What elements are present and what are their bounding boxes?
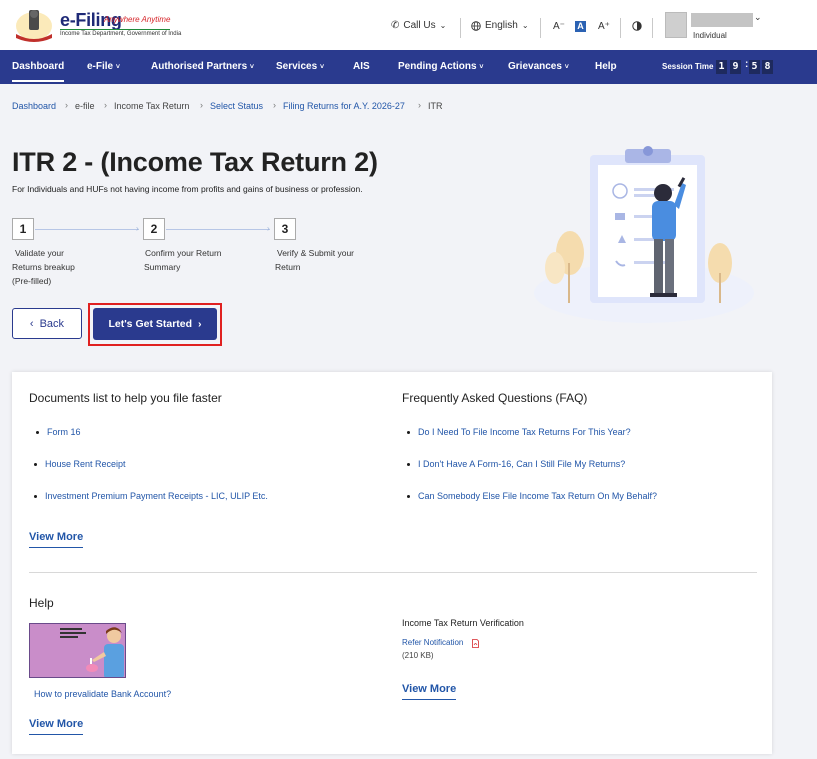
step-2-number: 2 bbox=[143, 218, 165, 240]
lets-get-started-label: Let's Get Started bbox=[108, 318, 193, 330]
top-header: e-Filing Anywhere Anytime Income Tax Dep… bbox=[0, 0, 817, 50]
chevron-down-icon: ˅ bbox=[564, 64, 569, 71]
username-redacted[interactable] bbox=[691, 13, 753, 27]
globe-icon bbox=[471, 20, 481, 31]
section-divider bbox=[29, 572, 757, 573]
document-link-house-rent[interactable]: House Rent Receipt bbox=[34, 459, 126, 469]
call-us-menu[interactable]: ✆ Call Us ⌄ bbox=[391, 20, 446, 31]
chevron-down-icon: ˅ bbox=[319, 64, 325, 71]
nav-dashboard[interactable]: Dashboard bbox=[12, 50, 65, 84]
document-link-form-16[interactable]: Form 16 bbox=[36, 427, 81, 437]
divider bbox=[652, 18, 653, 38]
brand-tagline: Anywhere Anytime bbox=[104, 15, 171, 24]
chevron-down-icon: ˅ bbox=[249, 64, 255, 71]
divider bbox=[460, 18, 461, 38]
session-digit: 9 bbox=[730, 60, 741, 74]
help-video-link[interactable]: How to prevalidate Bank Account? bbox=[34, 689, 171, 699]
session-colon: : bbox=[745, 59, 749, 70]
page-subtitle: For Individuals and HUFs not having inco… bbox=[12, 184, 363, 194]
faq-title: Frequently Asked Questions (FAQ) bbox=[402, 391, 588, 405]
page-title: ITR 2 - (Income Tax Return 2) bbox=[12, 147, 378, 177]
chevron-right-icon: › bbox=[200, 100, 203, 110]
session-digit: 5 bbox=[749, 60, 760, 74]
step-connector bbox=[35, 229, 139, 230]
document-link-investment[interactable]: Investment Premium Payment Receipts - LI… bbox=[34, 491, 268, 501]
step-2-text: Confirm your Return Summary bbox=[144, 248, 222, 272]
help-view-more-link[interactable]: View More bbox=[29, 718, 84, 735]
nav-pending-actions[interactable]: Pending Actions ˅ bbox=[398, 50, 483, 84]
breadcrumb-income-tax-return: Income Tax Return bbox=[114, 101, 190, 111]
documents-view-more-link[interactable]: View More bbox=[29, 531, 84, 548]
divider bbox=[620, 18, 621, 38]
help-video-thumbnail[interactable] bbox=[29, 623, 126, 678]
nav-authorised-partners[interactable]: Authorised Partners ˅ bbox=[151, 50, 254, 84]
main-nav: Dashboard e-File ˅ Authorised Partners ˅… bbox=[0, 50, 817, 84]
font-increase-button[interactable]: A⁺ bbox=[598, 21, 610, 32]
breadcrumb-dashboard[interactable]: Dashboard bbox=[12, 101, 56, 111]
brand-underline bbox=[60, 29, 170, 30]
breadcrumb-filing-returns[interactable]: Filing Returns for A.Y. 2026-27 bbox=[283, 101, 405, 111]
faq-link-2[interactable]: I Don't Have A Form-16, Can I Still File… bbox=[406, 459, 625, 469]
emblem-logo-icon bbox=[16, 10, 52, 42]
breadcrumb-select-status[interactable]: Select Status bbox=[210, 101, 263, 111]
nav-ais[interactable]: AIS bbox=[353, 50, 370, 84]
back-button[interactable]: ‹ Back bbox=[12, 308, 82, 339]
chevron-down-icon[interactable]: ⌄ bbox=[754, 12, 762, 23]
chevron-right-icon: › bbox=[267, 224, 270, 233]
chevron-down-icon: ⌄ bbox=[521, 21, 529, 30]
nav-help[interactable]: Help bbox=[595, 50, 617, 84]
lets-get-started-button[interactable]: Let's Get Started › bbox=[93, 308, 217, 340]
help-title: Help bbox=[29, 596, 54, 610]
step-3-text: Verify & Submit your Return bbox=[275, 248, 355, 272]
user-role: Individual bbox=[693, 31, 727, 40]
nav-e-file[interactable]: e-File ˅ bbox=[87, 50, 120, 84]
font-normal-button[interactable]: A bbox=[575, 21, 586, 32]
step-1-number: 1 bbox=[12, 218, 34, 240]
faq-link-3[interactable]: Can Somebody Else File Income Tax Return… bbox=[407, 491, 657, 501]
breadcrumb-e-file: e-file bbox=[75, 101, 95, 111]
chevron-down-icon: ⌄ bbox=[439, 21, 447, 30]
avatar[interactable] bbox=[665, 12, 687, 38]
chevron-right-icon: › bbox=[198, 318, 202, 330]
verification-view-more-link[interactable]: View More bbox=[402, 683, 457, 700]
session-digit: 8 bbox=[762, 60, 773, 74]
step-3-number: 3 bbox=[274, 218, 296, 240]
call-us-label: Call Us bbox=[403, 20, 436, 31]
documents-title: Documents list to help you file faster bbox=[29, 391, 222, 405]
video-thumbnail-icon bbox=[60, 627, 124, 677]
chevron-down-icon: ˅ bbox=[479, 64, 484, 71]
chevron-right-icon: › bbox=[65, 100, 68, 110]
chevron-right-icon: › bbox=[136, 224, 139, 233]
pdf-icon[interactable] bbox=[472, 639, 479, 648]
chevron-right-icon: › bbox=[273, 100, 276, 110]
font-decrease-button[interactable]: A⁻ bbox=[553, 21, 565, 32]
session-time-label: Session Time bbox=[662, 62, 714, 71]
department-name: Income Tax Department, Government of Ind… bbox=[60, 31, 182, 37]
faq-link-1[interactable]: Do I Need To File Income Tax Returns For… bbox=[407, 427, 631, 437]
back-label: Back bbox=[39, 317, 65, 330]
chevron-left-icon: ‹ bbox=[29, 317, 34, 330]
language-label: English bbox=[485, 20, 518, 31]
step-1-text: Validate your Returns breakup (Pre-fille… bbox=[12, 248, 75, 286]
chevron-down-icon: ˅ bbox=[115, 64, 120, 71]
divider bbox=[540, 18, 541, 38]
nav-grievances[interactable]: Grievances ˅ bbox=[508, 50, 569, 84]
file-size: (210 KB) bbox=[402, 651, 434, 660]
phone-icon: ✆ bbox=[391, 20, 400, 31]
nav-services[interactable]: Services ˅ bbox=[276, 50, 324, 84]
breadcrumb-itr: ITR bbox=[428, 101, 443, 111]
chevron-right-icon: › bbox=[418, 100, 421, 110]
session-digit: 1 bbox=[716, 60, 727, 74]
language-menu[interactable]: English ⌄ bbox=[471, 20, 529, 31]
verification-title: Income Tax Return Verification bbox=[402, 618, 524, 628]
chevron-right-icon: › bbox=[104, 100, 107, 110]
refer-notification-link[interactable]: Refer Notification bbox=[402, 638, 463, 647]
contrast-icon[interactable] bbox=[632, 21, 642, 31]
step-connector bbox=[166, 229, 270, 230]
clipboard-illustration-icon bbox=[534, 146, 754, 323]
